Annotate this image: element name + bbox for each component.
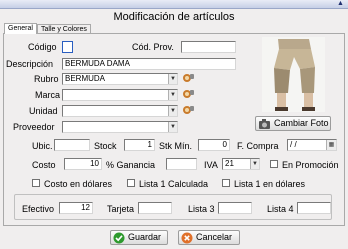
ubic-label: Ubic. bbox=[32, 141, 53, 151]
stock-input[interactable]: 1 bbox=[124, 139, 155, 151]
lista1-dolares-checkbox[interactable] bbox=[222, 179, 230, 187]
marca-select[interactable]: ▼ bbox=[62, 89, 178, 101]
lista3-label: Lista 3 bbox=[188, 204, 215, 214]
lista4-label: Lista 4 bbox=[267, 204, 294, 214]
codigo-label: Código bbox=[28, 42, 57, 52]
ganancia-label: % Ganancia bbox=[106, 160, 156, 170]
stock-label: Stock bbox=[94, 141, 117, 151]
chevron-down-icon[interactable]: ▼ bbox=[168, 74, 177, 84]
lista1-dolares-label: Lista 1 en dólares bbox=[234, 179, 306, 189]
ubic-input[interactable] bbox=[54, 139, 90, 151]
costo-dolares-checkbox[interactable] bbox=[32, 179, 40, 187]
cancelar-label: Cancelar bbox=[196, 232, 233, 242]
chevron-down-icon[interactable]: ▼ bbox=[250, 159, 259, 169]
en-promocion-label: En Promoción bbox=[282, 160, 339, 170]
rubro-edit-icon[interactable] bbox=[182, 72, 195, 84]
lista3-input[interactable] bbox=[218, 202, 252, 214]
f-compra-label: F. Compra bbox=[237, 141, 279, 151]
efectivo-input[interactable]: 12 bbox=[59, 202, 93, 214]
marca-label: Marca bbox=[35, 90, 61, 100]
codigo-input[interactable] bbox=[62, 41, 73, 53]
ganancia-input[interactable] bbox=[166, 158, 197, 170]
cancel-icon bbox=[181, 232, 193, 244]
check-icon bbox=[113, 232, 125, 244]
en-promocion-checkbox[interactable] bbox=[270, 160, 278, 168]
proveedor-label: Proveedor bbox=[13, 122, 55, 132]
stk-min-label: Stk Mín. bbox=[159, 141, 193, 151]
chevron-down-icon[interactable]: ▼ bbox=[168, 90, 177, 100]
unidad-select[interactable]: ▼ bbox=[62, 105, 178, 117]
iva-label: IVA bbox=[204, 160, 218, 170]
camera-icon bbox=[258, 118, 270, 130]
unidad-edit-icon[interactable] bbox=[182, 104, 195, 116]
descripcion-label: Descripción bbox=[6, 59, 54, 69]
marca-edit-icon[interactable] bbox=[182, 88, 195, 100]
rubro-select[interactable]: BERMUDA ▼ bbox=[62, 73, 178, 85]
costo-dolares-label: Costo en dólares bbox=[44, 179, 113, 189]
lista1-calculada-label: Lista 1 Calculada bbox=[139, 179, 209, 189]
product-photo bbox=[262, 37, 325, 112]
guardar-button[interactable]: Guardar bbox=[110, 230, 168, 245]
rubro-label: Rubro bbox=[34, 74, 59, 84]
cambiar-foto-label: Cambiar Foto bbox=[274, 118, 329, 128]
calendar-icon[interactable]: ▦ bbox=[326, 140, 336, 150]
stk-min-input[interactable]: 0 bbox=[198, 139, 230, 151]
tab-general[interactable]: General bbox=[4, 23, 37, 34]
page-title: Modificación de artículos bbox=[113, 11, 235, 23]
cod-prov-input[interactable] bbox=[181, 41, 236, 53]
efectivo-label: Efectivo bbox=[22, 204, 55, 214]
window-top-bar: ▲ bbox=[0, 0, 348, 9]
guardar-label: Guardar bbox=[128, 232, 162, 242]
tarjeta-input[interactable] bbox=[138, 202, 172, 214]
chevron-down-icon[interactable]: ▼ bbox=[168, 122, 177, 132]
iva-value: 21 bbox=[225, 159, 234, 168]
f-compra-input[interactable]: / / ▦ bbox=[287, 139, 337, 151]
cod-prov-label: Cód. Prov. bbox=[132, 42, 174, 52]
unidad-label: Unidad bbox=[29, 106, 58, 116]
descripcion-input[interactable]: BERMUDA DAMA bbox=[62, 58, 236, 70]
rubro-value: BERMUDA bbox=[65, 74, 106, 83]
cambiar-foto-button[interactable]: Cambiar Foto bbox=[255, 116, 331, 131]
lista4-input[interactable] bbox=[297, 202, 331, 214]
f-compra-value: / / bbox=[290, 140, 297, 149]
lista1-calculada-checkbox[interactable] bbox=[127, 179, 135, 187]
costo-input[interactable]: 10 bbox=[64, 158, 102, 170]
proveedor-select[interactable]: ▼ bbox=[62, 121, 178, 133]
chevron-down-icon[interactable]: ▼ bbox=[168, 106, 177, 116]
costo-label: Costo bbox=[32, 160, 56, 170]
collapse-icon[interactable]: ▲ bbox=[336, 0, 345, 8]
tarjeta-label: Tarjeta bbox=[107, 204, 135, 214]
iva-select[interactable]: 21 ▼ bbox=[222, 158, 260, 170]
cancelar-button[interactable]: Cancelar bbox=[178, 230, 240, 245]
